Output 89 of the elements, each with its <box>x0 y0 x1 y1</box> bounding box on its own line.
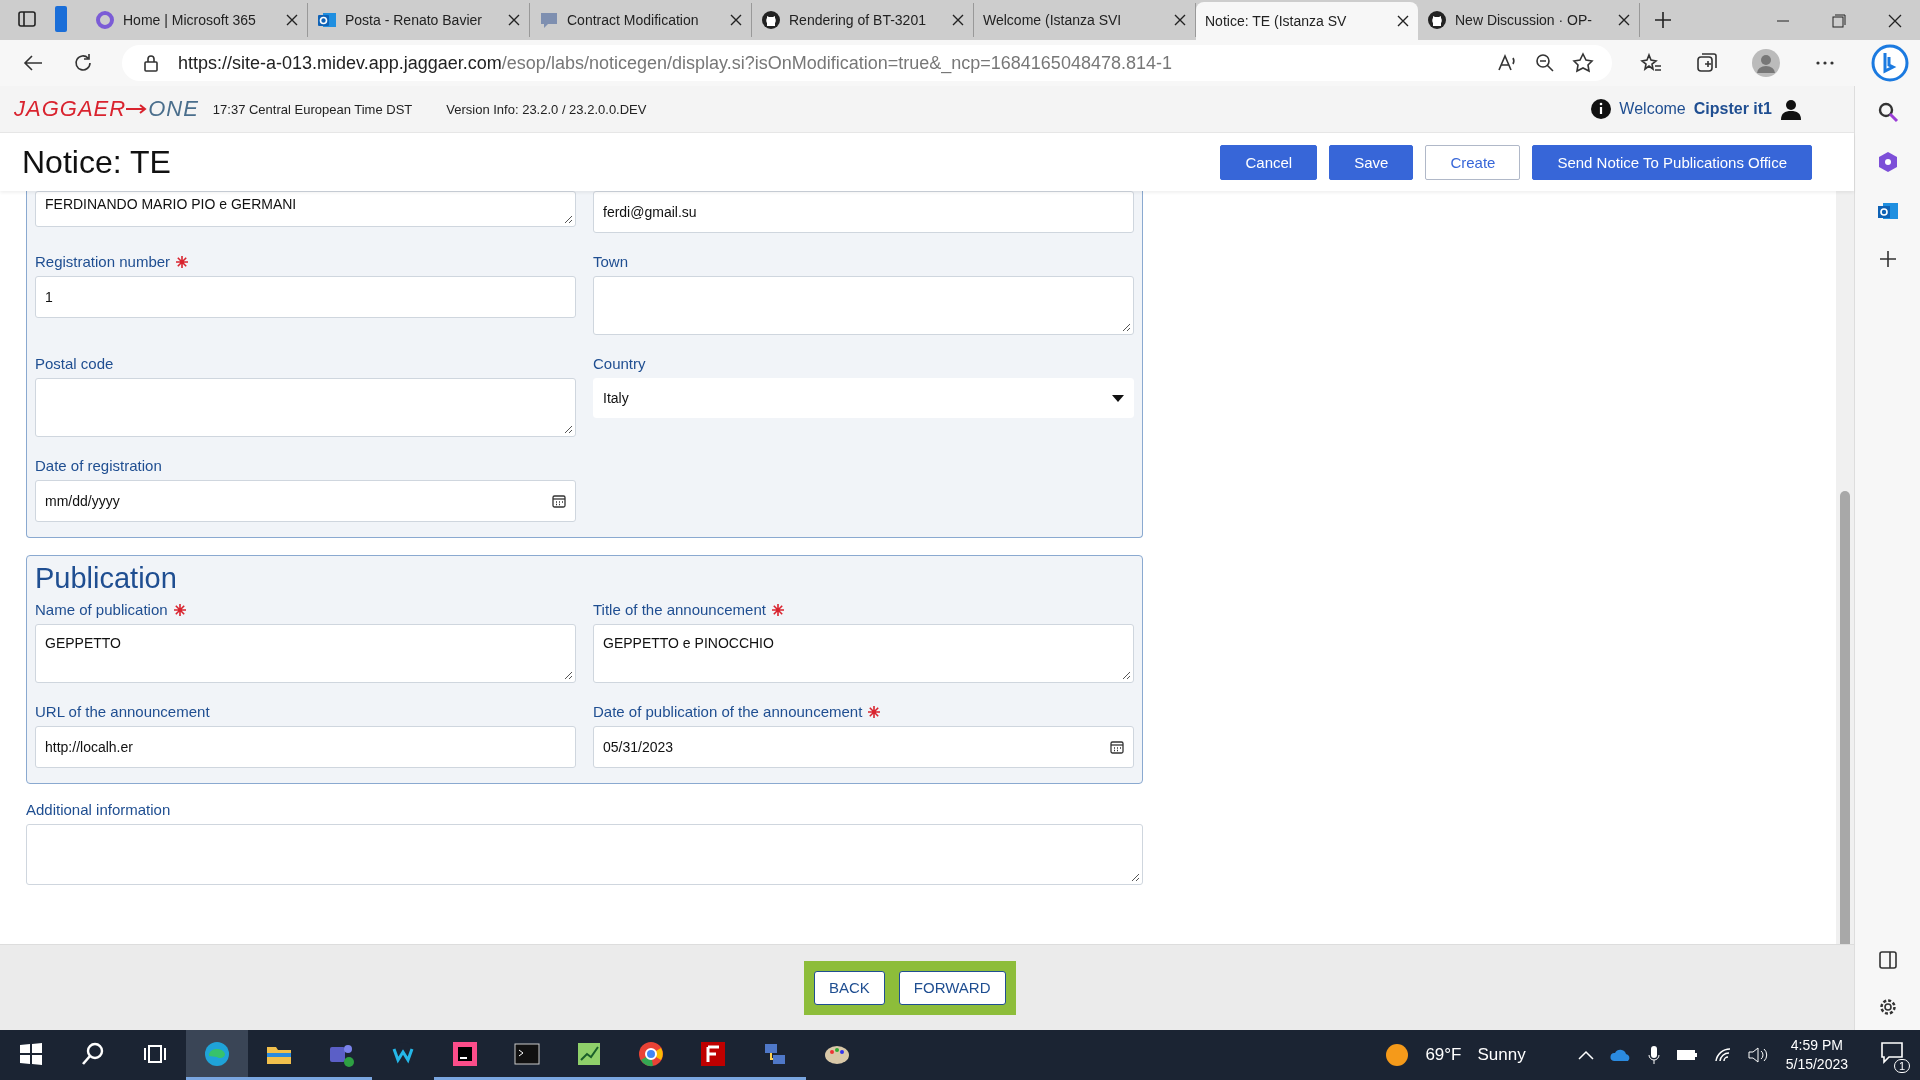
favorites-icon[interactable] <box>1640 52 1662 74</box>
page-title: Notice: TE <box>22 143 171 181</box>
browser-tab[interactable]: Notice: TE (Istanza SV <box>1196 2 1418 40</box>
address-field[interactable]: https://site-a-013.midev.app.jaggaer.com/esop/labs/noticegen/display.si?isOnModification=true&_ncp=1684165048478.814-1 <box>122 45 1612 81</box>
text-area[interactable]: GEPPETTO <box>35 624 576 683</box>
temperature-text: 69°F <box>1425 1045 1462 1065</box>
sidebar-toggle-icon[interactable] <box>1877 950 1898 970</box>
field-label: Town <box>593 253 629 270</box>
nav-button[interactable]: BACK <box>814 970 885 1005</box>
notification-count: 1 <box>1893 1058 1910 1073</box>
resize-handle-icon[interactable] <box>1122 323 1131 332</box>
text-field[interactable]: http://localh.er <box>35 726 576 768</box>
field-label: Registration number <box>35 253 171 270</box>
action-button[interactable]: Send Notice To Publications Office <box>1532 144 1812 180</box>
time-text: 17:37 Central European Time DST <box>212 101 413 117</box>
resize-handle-icon[interactable] <box>564 425 573 434</box>
close-icon[interactable] <box>1618 14 1630 26</box>
sun-icon <box>1385 1043 1410 1067</box>
resize-handle-icon[interactable] <box>1131 873 1140 882</box>
section-title: Publication <box>35 561 178 596</box>
browser-tab[interactable]: Contract Modification <box>530 3 752 37</box>
chevron-up-icon[interactable] <box>1577 1050 1594 1060</box>
clock[interactable]: 4:59 PM 5/15/2023 <box>1785 1036 1848 1074</box>
chrome-icon[interactable] <box>637 1039 665 1068</box>
speaker-icon[interactable] <box>1747 1047 1770 1063</box>
text-area[interactable]: FERDINANDO MARIO PIO e GERMANI <box>35 191 576 227</box>
user-name[interactable]: Cipster it1 <box>1693 100 1772 118</box>
country-dropdown[interactable]: Italy <box>593 378 1134 418</box>
scrollbar[interactable] <box>1836 191 1854 944</box>
field-label: Name of publication <box>35 601 168 618</box>
action-button[interactable]: Create <box>1425 144 1521 180</box>
favorite-add-icon[interactable] <box>1572 52 1594 74</box>
text-field[interactable]: 1 <box>35 276 576 318</box>
text-field[interactable]: ferdi@gmail.su <box>593 191 1134 233</box>
battery-icon[interactable] <box>1675 1049 1698 1061</box>
workspace-icon[interactable] <box>54 6 68 32</box>
field-label: Country <box>593 355 646 372</box>
logo: JAGGAER ONE <box>14 96 199 122</box>
new-tab-icon[interactable] <box>1654 11 1672 29</box>
chat-icon <box>539 10 559 30</box>
welcome-text: Welcome <box>1619 100 1686 118</box>
wifi-icon[interactable] <box>1713 1047 1732 1063</box>
field-label: Date of publication of the announcement <box>593 703 863 720</box>
field-label: URL of the announcement <box>35 703 210 720</box>
version-text: Version Info: 23.2.0 / 23.2.0.0.DEV <box>446 101 647 117</box>
microphone-icon[interactable] <box>1647 1045 1660 1065</box>
caret-icon <box>1112 394 1124 402</box>
ide-icon[interactable] <box>451 1039 479 1068</box>
refresh-icon[interactable] <box>72 52 94 74</box>
ring-icon <box>95 10 115 30</box>
close-icon[interactable] <box>952 14 964 26</box>
resize-handle-icon[interactable] <box>564 215 573 224</box>
zoom-out-icon[interactable] <box>1534 52 1556 74</box>
browser-tab[interactable]: New Discussion · OP- <box>1418 3 1640 37</box>
calendar-icon[interactable] <box>552 494 566 508</box>
field-label: Postal code <box>35 355 114 372</box>
close-icon[interactable] <box>1397 15 1409 27</box>
user-icon[interactable] <box>1780 98 1802 120</box>
collections-icon[interactable] <box>1696 52 1718 74</box>
add-icon[interactable] <box>1878 250 1897 268</box>
close-icon[interactable] <box>730 14 742 26</box>
close-icon[interactable] <box>508 14 520 26</box>
browser-tab[interactable]: Home | Microsoft 365 <box>86 3 308 37</box>
action-button[interactable]: Save <box>1329 144 1414 180</box>
resize-handle-icon[interactable] <box>564 671 573 680</box>
date-field[interactable]: 05/31/2023 <box>593 726 1134 768</box>
browser-tab[interactable]: Posta - Renato Bavier <box>308 3 530 37</box>
action-button[interactable]: Cancel <box>1220 144 1318 180</box>
close-icon[interactable] <box>286 14 298 26</box>
text-area[interactable]: GEPPETTO e PINOCCHIO <box>593 624 1134 683</box>
restore-icon[interactable] <box>1832 14 1846 28</box>
browser-tab[interactable]: Rendering of BT-3201 <box>752 3 974 37</box>
tab-actions-icon[interactable] <box>18 10 36 28</box>
field-label: Title of the announcement <box>593 601 766 618</box>
close-icon[interactable] <box>1888 14 1902 28</box>
nav-button[interactable]: FORWARD <box>898 970 1006 1005</box>
resize-handle-icon[interactable] <box>1122 671 1131 680</box>
transfer-icon[interactable] <box>699 1039 727 1068</box>
mail-icon <box>317 10 337 30</box>
field-label: Additional information <box>26 801 172 818</box>
field-label: Date of registration <box>35 457 162 474</box>
date-field[interactable]: mm/dd/yyyy <box>35 480 576 522</box>
weather-text: Sunny <box>1477 1045 1526 1065</box>
profile-avatar-icon[interactable] <box>1752 49 1780 77</box>
info-icon[interactable] <box>1591 99 1612 119</box>
browser-icon[interactable] <box>203 1039 231 1068</box>
cloud-icon[interactable] <box>1609 1048 1632 1062</box>
calendar-icon[interactable] <box>1110 740 1124 754</box>
close-icon[interactable] <box>1174 14 1186 26</box>
